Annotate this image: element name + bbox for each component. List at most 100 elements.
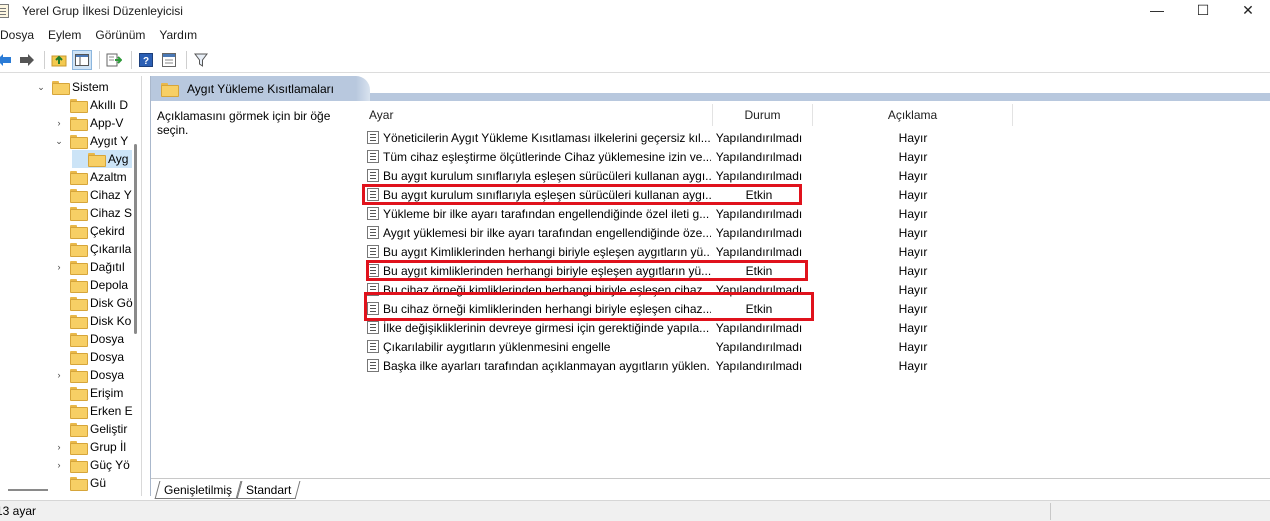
tree-item[interactable]: › Dağıtıl [54,258,125,276]
tree-item[interactable]: › Grup İl [54,438,126,456]
filter-button[interactable] [191,50,211,70]
tree-item-label: Dosya [90,350,125,364]
table-row[interactable]: Yöneticilerin Aygıt Yükleme Kısıtlaması … [363,128,1023,147]
column-header-comment[interactable]: Açıklama [813,104,1013,126]
tree-item[interactable]: Çıkarıla [54,240,131,258]
chevron-right-icon[interactable]: › [54,262,64,272]
tree-item[interactable]: › Güç Yö [54,456,130,474]
minimize-button[interactable]: — [1134,0,1180,20]
properties-button[interactable] [159,50,179,70]
folder-open-icon [88,153,106,167]
details-pane: Aygıt Yükleme Kısıtlamaları Açıklamasını… [150,76,1270,499]
show-hide-tree-icon [75,53,89,66]
back-button[interactable] [0,50,14,70]
toolbar-separator [44,50,45,69]
maximize-button[interactable]: ☐ [1180,0,1226,20]
up-one-level-button[interactable] [49,50,69,70]
tree-horizontal-scrollbar[interactable] [8,489,48,491]
tree-item-label: Gü [90,476,107,490]
tree-item-label: Cihaz S [90,206,133,220]
tree-item[interactable]: Geliştir [54,420,127,438]
table-row[interactable]: Tüm cihaz eşleştirme ölçütlerinde Cihaz … [363,147,1023,166]
tab-standard[interactable]: Standart [236,481,301,499]
tree-item-label: Azaltm [90,170,127,184]
help-button[interactable]: ? [136,50,156,70]
policy-setting-icon [367,150,379,163]
tree-item-device-installation-restrictions[interactable]: Ayg [72,150,132,168]
tree-item[interactable]: Depola [54,276,128,294]
table-row[interactable]: Başka ilke ayarları tarafından açıklanma… [363,356,1023,375]
tree-item[interactable]: Erişim [54,384,123,402]
tree-item-device-installation[interactable]: ⌄ Aygıt Y [54,132,128,150]
menu-help[interactable]: Yardım [159,28,205,42]
tree-item-label: Grup İl [90,440,127,454]
folder-icon [70,135,88,149]
close-icon: ✕ [1242,1,1254,18]
policy-setting-icon [367,169,379,182]
minimize-icon: — [1150,2,1164,18]
up-folder-icon [51,55,67,66]
red-highlight-box [366,260,808,281]
tree-item[interactable]: › App-V [54,114,123,132]
menu-bar: Dosya Eylem Görünüm Yardım [0,25,211,45]
column-header-setting[interactable]: Ayar [363,104,713,126]
table-row[interactable]: Bu aygıt Kimliklerinden herhangi biriyle… [363,242,1023,261]
tree-item[interactable]: Gü [54,474,106,492]
tree-item[interactable]: Disk Gö [54,294,133,312]
menu-file[interactable]: Dosya [0,28,42,42]
column-header-state[interactable]: Durum [713,104,813,126]
menu-view[interactable]: Görünüm [95,28,153,42]
folder-icon [70,99,88,113]
policy-setting-icon [367,131,379,144]
tree-item[interactable]: Azaltm [54,168,127,186]
table-row[interactable]: Çıkarılabilir aygıtların yüklenmesini en… [363,337,1023,356]
table-row[interactable]: Aygıt yüklemesi bir ilke ayarı tarafında… [363,223,1023,242]
tree-item[interactable]: Akıllı D [54,96,128,114]
tree-item-label: Disk Ko [90,314,132,328]
tab-extended[interactable]: Genişletilmiş [154,481,242,499]
settings-list: Ayar Durum Açıklama Yöneticilerin Aygıt … [362,104,1270,474]
tree-item[interactable]: Disk Ko [54,312,131,330]
table-row[interactable]: Yükleme bir ilke ayarı tarafından engell… [363,204,1023,223]
chevron-right-icon[interactable]: › [54,442,64,452]
toolbar-separator [99,50,100,69]
chevron-down-icon[interactable]: ⌄ [54,136,64,146]
folder-icon [70,171,88,185]
show-hide-tree-button[interactable] [72,49,92,70]
tree-item-label: Erişim [90,386,124,400]
back-arrow-icon [0,53,11,66]
tree-item[interactable]: Dosya [54,330,124,348]
folder-icon [70,279,88,293]
tree-item[interactable]: Cihaz Y [54,186,132,204]
status-setting-count: 13 ayar [0,504,37,518]
chevron-right-icon[interactable]: › [54,370,64,380]
folder-icon [70,189,88,203]
chevron-right-icon[interactable]: › [54,118,64,128]
filter-icon [194,53,208,67]
folder-icon [70,441,88,455]
tree-item[interactable]: Dosya [54,348,124,366]
properties-sheet-icon [162,52,176,67]
tree-item-label: Güç Yö [90,458,130,472]
description-area: Açıklamasını görmek için bir öğe seçin. [157,109,331,137]
help-icon: ? [139,52,153,67]
policy-setting-icon [367,245,379,258]
tree-item[interactable]: › Dosya [54,366,124,384]
tree-item[interactable]: Erken E [54,402,133,420]
tree-vertical-scrollbar[interactable] [134,144,137,334]
forward-button[interactable] [17,50,37,70]
folder-icon [70,333,88,347]
export-list-button[interactable] [104,50,124,70]
table-row[interactable]: Bu aygıt kurulum sınıflarıyla eşleşen sü… [363,166,1023,185]
folder-icon [70,477,88,491]
close-button[interactable]: ✕ [1225,0,1270,20]
maximize-icon: ☐ [1196,1,1210,18]
tree-item[interactable]: Çekird [54,222,125,240]
view-tabs-bar: Genişletilmiş Standart [151,478,1270,499]
tree-item[interactable]: Cihaz S [54,204,132,222]
tree-item-system[interactable]: ⌄ Sistem [36,78,109,96]
chevron-down-icon[interactable]: ⌄ [36,82,46,92]
policy-setting-icon [367,359,379,372]
menu-action[interactable]: Eylem [48,28,89,42]
chevron-right-icon[interactable]: › [54,460,64,470]
